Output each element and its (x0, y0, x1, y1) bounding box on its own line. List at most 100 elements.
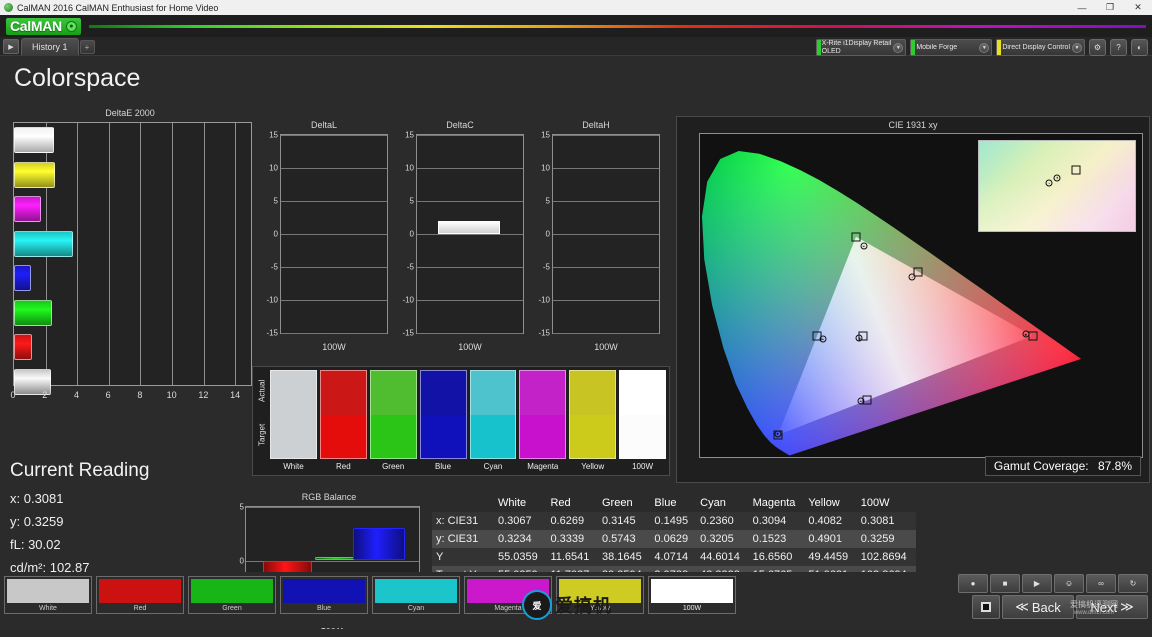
measured-marker-blue (774, 430, 782, 438)
delta-l-chart: DeltaL 15 10 5 0 -5 -10 -15 100W (258, 120, 390, 360)
bottom-bar: White Red Green Blue Cyan Magenta Yellow 100W ●… (0, 572, 1152, 628)
color-patch-fill (283, 579, 365, 603)
axis-tick-label: 4 (73, 390, 79, 400)
axis-tick-label: 10 (166, 390, 177, 400)
grid-line (108, 123, 110, 385)
swatch-column: Yellow (569, 370, 617, 471)
settings-gear-icon[interactable]: ⚙ (1089, 39, 1106, 56)
grid-line (553, 167, 659, 169)
axis-tick-label: -5 (406, 262, 414, 272)
chevron-down-icon[interactable]: ▼ (1072, 42, 1082, 53)
color-patch-button[interactable]: Yellow (556, 576, 644, 614)
swatch-target (619, 414, 666, 459)
table-cell: 4.0714 (654, 551, 689, 563)
axis-tick-label: -15 (266, 328, 278, 338)
refresh-icon[interactable]: ↻ (1118, 574, 1148, 593)
next-button[interactable]: Next ≫ (1076, 595, 1148, 619)
color-patch-button[interactable]: Red (96, 576, 184, 614)
app-icon (4, 3, 13, 12)
back-button[interactable]: ≪ Back (1002, 595, 1074, 619)
grid-line (417, 135, 523, 136)
chevron-down-icon[interactable]: ▼ (979, 42, 990, 53)
tab-history-1[interactable]: History 1 (21, 38, 79, 55)
grid-line (553, 266, 659, 268)
color-patch-button[interactable]: 100W (648, 576, 736, 614)
window-controls[interactable]: — ❐ ✕ (1068, 0, 1152, 15)
table-cell: 11.6541 (550, 551, 590, 563)
grid-line (140, 123, 142, 385)
rgb-balance-title: RGB Balance (301, 492, 357, 502)
axis-tick-label: 5 (273, 196, 278, 206)
color-patch-label: Green (222, 605, 242, 612)
pause-icon[interactable]: ⎉ (1054, 574, 1084, 593)
color-patch-button[interactable]: Green (188, 576, 276, 614)
swatch-actual (369, 370, 417, 415)
table-cell: 0.3094 (752, 515, 787, 527)
axis-tick-label: -15 (402, 328, 414, 338)
play-icon[interactable]: ▶ (1022, 574, 1052, 593)
color-patch-fill (375, 579, 457, 603)
add-tab-button[interactable]: + (79, 40, 95, 54)
delta-e-2000-x-axis: 0 2 4 6 8 10 12 14 (10, 390, 252, 404)
column-header: Blue (654, 497, 677, 509)
axis-tick-label: 12 (198, 390, 209, 400)
swatch-target (419, 414, 467, 459)
stop-icon[interactable]: ■ (990, 574, 1020, 593)
maximize-button[interactable]: ❐ (1096, 0, 1124, 15)
table-row (14, 265, 31, 292)
axis-tick-label: 0 (409, 229, 414, 239)
swatch-actual (469, 370, 517, 415)
swatch-target (319, 414, 367, 459)
grid-line (203, 123, 205, 385)
color-patch-button[interactable]: Cyan (372, 576, 460, 614)
axis-tick-label: -10 (266, 295, 278, 305)
inset-target-marker (1071, 165, 1081, 175)
tab-nav-icon[interactable]: ▶ (3, 39, 19, 54)
calman-logo-text: CalMAN (10, 18, 62, 34)
table-cell: 0.3339 (550, 533, 585, 545)
table-cell: 38.1645 (601, 551, 642, 563)
color-patch-button[interactable]: Blue (280, 576, 368, 614)
current-reading-y: y: 0.3259 (10, 514, 64, 529)
stop-measure-button[interactable] (972, 595, 1000, 619)
loop-icon[interactable]: ∞ (1086, 574, 1116, 593)
swatch-actual (319, 370, 367, 415)
table-row: Y 55.0359 11.6541 38.1645 4.0714 44.6014 16.65… (432, 548, 916, 566)
axis-tick-label: 10 (541, 163, 550, 173)
axis-tick-label: 2 (42, 390, 48, 400)
swatch-column-label: White (283, 462, 304, 471)
table-cell: 0.3234 (498, 533, 532, 545)
grid-line (77, 123, 79, 385)
swatch-grid-columns: White Red Green Blue Cyan Magenta Yellow 100W (270, 370, 666, 471)
delta-c-x-label: 100W (458, 342, 482, 352)
color-patch-button[interactable]: Magenta (464, 576, 552, 614)
minimize-button[interactable]: — (1068, 0, 1096, 15)
axis-tick-label: 0 (10, 390, 16, 400)
row-label: x: CIE31 (436, 515, 479, 527)
table-cell: 49.4459 (808, 551, 849, 563)
color-patch-fill (467, 579, 549, 603)
table-cell: 0.3259 (860, 533, 895, 545)
swatch-target (469, 414, 517, 459)
color-patch-button[interactable]: White (4, 576, 92, 614)
info-icon[interactable]: ◐ (1131, 39, 1148, 56)
grid-line (281, 167, 387, 169)
help-icon[interactable]: ? (1110, 39, 1127, 56)
chevron-down-icon[interactable]: ▼ (893, 42, 904, 53)
results-header-row: White Red Green Blue Cyan Magenta Yellow 100W (432, 494, 916, 512)
bottom-color-swatches: White Red Green Blue Cyan Magenta Yellow 100W (4, 576, 736, 614)
header-controls: X-Rite i1Display Retail OLED ▼ Mobile Fo… (815, 39, 1148, 56)
table-cell: 0.5743 (601, 533, 636, 545)
table-cell: 102.8694 (860, 551, 907, 563)
row-label: Y (436, 551, 444, 563)
table-row: x: CIE31 0.3067 0.6269 0.3145 0.1495 0.2360 0.… (432, 512, 916, 530)
close-button[interactable]: ✕ (1124, 0, 1152, 15)
source-dropdown[interactable]: Mobile Forge ▼ (910, 39, 993, 56)
table-row (14, 127, 55, 154)
grid-line (553, 135, 659, 136)
delta-h-x-label: 100W (594, 342, 618, 352)
meter-dropdown[interactable]: X-Rite i1Display Retail OLED ▼ (815, 39, 907, 56)
transport-bottom-row: ≪ Back Next ≫ (958, 595, 1148, 619)
record-icon[interactable]: ● (958, 574, 988, 593)
display-control-dropdown[interactable]: Direct Display Control ▼ (996, 39, 1085, 56)
